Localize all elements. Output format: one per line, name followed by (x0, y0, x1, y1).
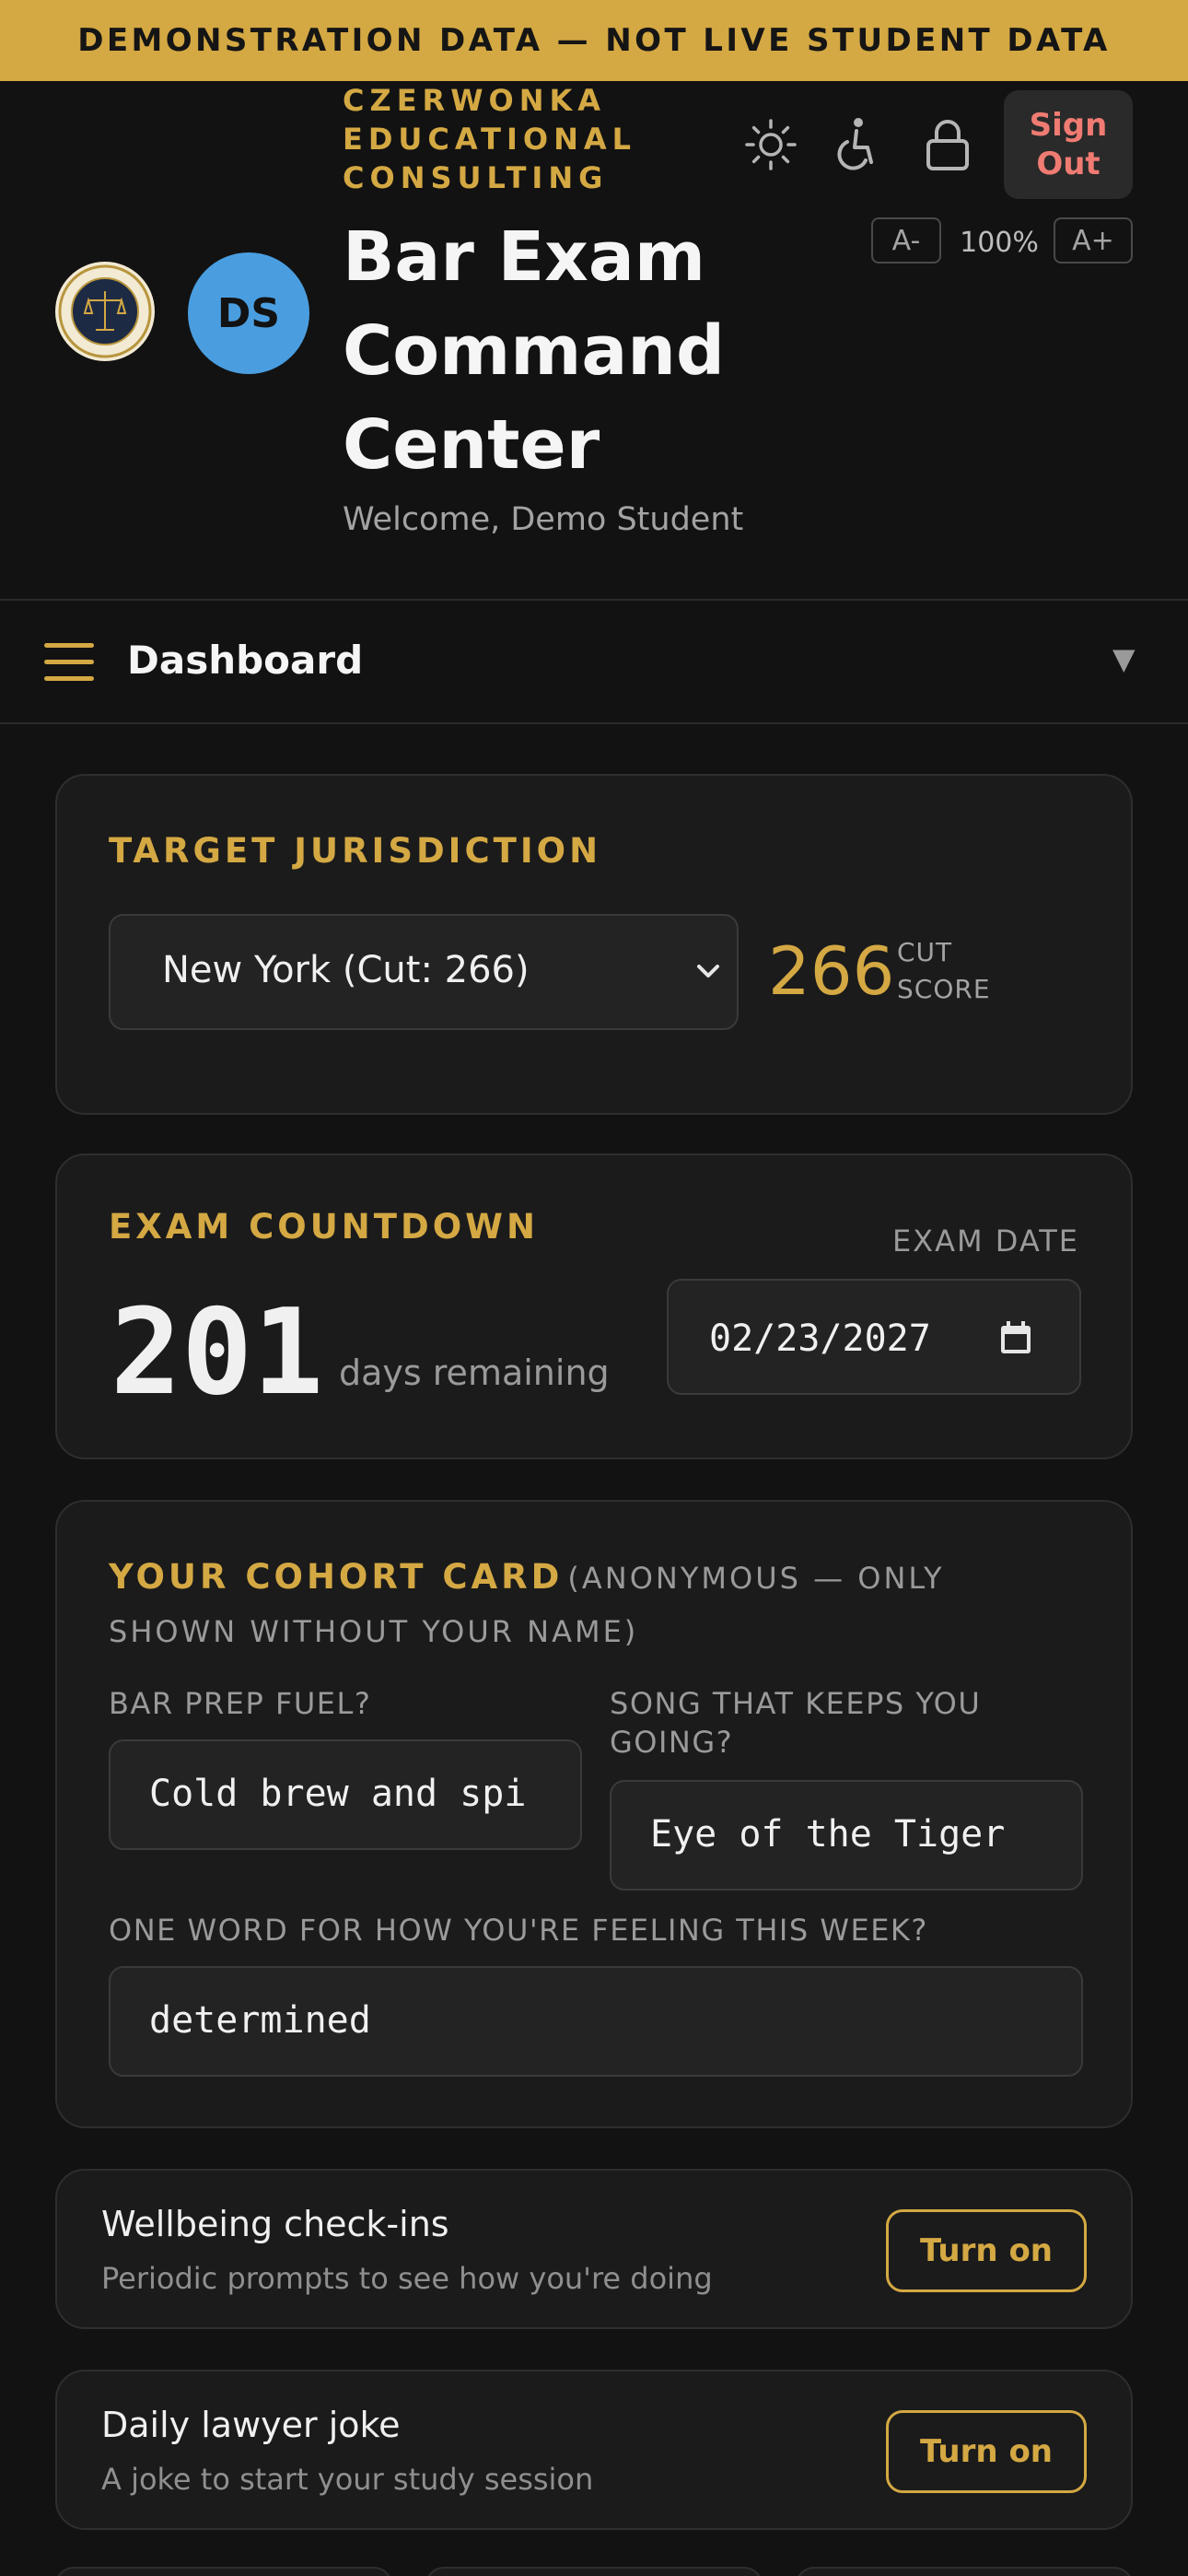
exam-date-label: EXAM DATE (891, 1224, 1079, 1259)
toggle-title: Wellbeing check-ins (101, 2204, 449, 2244)
days-remaining-count: 201 (111, 1284, 324, 1422)
jurisdiction-select-value: New York (Cut: 266) (162, 949, 530, 991)
card-title: YOUR COHORT CARD (109, 1557, 564, 1597)
sign-out-label: Sign Out (1029, 107, 1108, 182)
daily-joke-turn-on-button[interactable]: Turn on (886, 2410, 1087, 2493)
accessibility-icon[interactable] (821, 112, 886, 177)
days-remaining-label: days remaining (339, 1352, 610, 1393)
next-card-partial (425, 2567, 763, 2576)
next-card-partial (796, 2567, 1133, 2576)
card-title: EXAM COUNTDOWN (109, 1207, 539, 1247)
wellbeing-turn-on-button[interactable]: Turn on (886, 2209, 1087, 2292)
song-label: SONG THAT KEEPS YOU GOING? (610, 1686, 982, 1760)
cut-score-value: 266 (768, 932, 895, 1010)
chevron-down-icon[interactable]: ▼ (1112, 641, 1136, 676)
card-title: TARGET JURISDICTION (109, 831, 602, 871)
welcome-message: Welcome, Demo Student (343, 501, 744, 538)
exam-date-value: 02/23/2027 (709, 1317, 931, 1360)
feeling-input-value: determined (149, 1999, 371, 2042)
jurisdiction-select[interactable]: New York (Cut: 266) (109, 914, 739, 1030)
daily-joke-card: Daily lawyer joke A joke to start your s… (55, 2370, 1133, 2530)
exam-date-input[interactable]: 02/23/2027 (667, 1279, 1081, 1395)
cohort-card: YOUR COHORT CARD (ANONYMOUS — ONLY SHOWN… (55, 1500, 1133, 2128)
feeling-label: ONE WORD FOR HOW YOU'RE FEELING THIS WEE… (109, 1913, 928, 1948)
wellbeing-checkins-card: Wellbeing check-ins Periodic prompts to … (55, 2169, 1133, 2329)
demo-data-banner: DEMONSTRATION DATA — NOT LIVE STUDENT DA… (0, 0, 1188, 81)
exam-countdown-card: EXAM COUNTDOWN 201 days remaining EXAM D… (55, 1153, 1133, 1459)
cut-label-line: SCORE (897, 974, 991, 1004)
section-nav-dropdown[interactable]: Dashboard ▼ (0, 599, 1188, 724)
avatar-initials: DS (216, 289, 281, 337)
cut-label-line: CUT (897, 937, 953, 967)
brand-name: CZERWONKA EDUCATIONAL CONSULTING (343, 83, 637, 195)
lock-icon[interactable] (915, 112, 980, 177)
target-jurisdiction-card: TARGET JURISDICTION New York (Cut: 266) … (55, 774, 1133, 1115)
calendar-icon[interactable] (998, 1319, 1033, 1356)
increase-text-size-button[interactable]: A+ (1054, 217, 1133, 263)
page-title: Bar Exam Command Center (343, 217, 725, 485)
toggle-subtitle: A joke to start your study session (101, 2462, 594, 2497)
user-avatar[interactable]: DS (188, 252, 309, 374)
song-input[interactable]: Eye of the Tiger (610, 1780, 1083, 1891)
toggle-subtitle: Periodic prompts to see how you're doing (101, 2261, 713, 2296)
text-zoom-level: 100% (960, 226, 1039, 259)
chevron-down-icon (697, 965, 719, 978)
cut-score-label: CUT SCORE (897, 934, 991, 1008)
decrease-text-size-button[interactable]: A- (871, 217, 941, 263)
toggle-title: Daily lawyer joke (101, 2405, 401, 2445)
menu-icon[interactable] (44, 641, 94, 684)
sun-icon[interactable] (739, 112, 803, 177)
fuel-input[interactable]: Cold brew and spi (109, 1739, 582, 1850)
song-input-value: Eye of the Tiger (650, 1813, 1006, 1856)
current-section-label: Dashboard (127, 638, 364, 683)
consulting-seal-logo (55, 262, 155, 361)
next-card-partial (55, 2567, 392, 2576)
app-header: CZERWONKA EDUCATIONAL CONSULTING Sign Ou… (0, 81, 1188, 599)
feeling-input[interactable]: determined (109, 1966, 1083, 2077)
fuel-input-value: Cold brew and spi (149, 1773, 527, 1815)
fuel-label: BAR PREP FUEL? (109, 1686, 372, 1721)
banner-text: DEMONSTRATION DATA — NOT LIVE STUDENT DA… (77, 22, 1111, 59)
cohort-card-heading: YOUR COHORT CARD (ANONYMOUS — ONLY SHOWN… (109, 1553, 1085, 1661)
sign-out-button[interactable]: Sign Out (1004, 90, 1133, 199)
